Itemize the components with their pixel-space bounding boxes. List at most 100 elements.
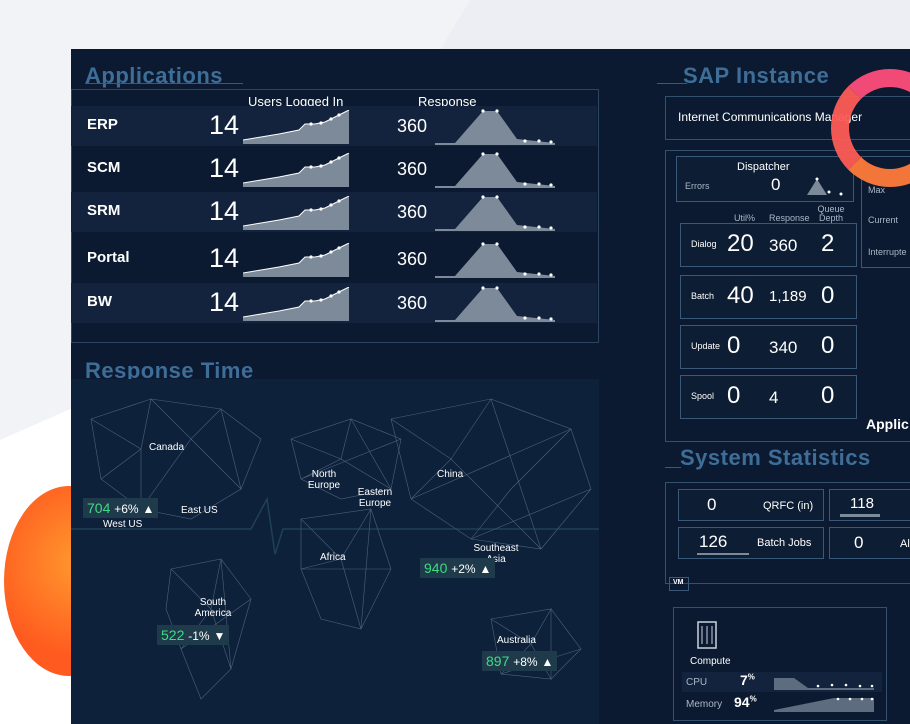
application-row[interactable]: BW 14 360 xyxy=(71,283,597,323)
work-process-util: 40 xyxy=(727,282,754,309)
dashboard: Applications Users Logged In Response ER… xyxy=(71,49,910,724)
work-process-response: 1,189 xyxy=(769,288,807,305)
down-arrow-icon: ▼ xyxy=(213,629,226,643)
work-process-queue: 0 xyxy=(821,382,835,409)
work-process-util: 0 xyxy=(727,332,741,359)
badge-south-america-change: -1% xyxy=(188,629,210,643)
util-header: Util% xyxy=(734,213,756,223)
stat-118-box[interactable]: 118 xyxy=(829,489,910,521)
response-value: 360 xyxy=(397,249,428,269)
application-name: SRM xyxy=(87,202,121,219)
up-arrow-icon: ▲ xyxy=(479,562,492,576)
work-process-util: 0 xyxy=(727,382,741,409)
region-east-us: East US xyxy=(181,505,218,516)
work-process-queue: 2 xyxy=(821,230,835,257)
queue-depth-header: Queue Depth xyxy=(817,204,845,223)
vm-tag: VM xyxy=(669,577,689,591)
system-statistics-title: System Statistics xyxy=(680,445,871,470)
users-logged-in-value: 14 xyxy=(209,196,240,226)
cpu-value: 7% xyxy=(740,672,755,688)
application-row[interactable]: Portal 14 360 xyxy=(71,239,597,279)
qrfc-label: QRFC (in) xyxy=(763,500,814,512)
badge-west-us[interactable]: 704 +6% ▲ xyxy=(83,498,159,518)
batch-jobs-label: Batch Jobs xyxy=(757,537,812,549)
work-process-util: 20 xyxy=(727,230,754,257)
response-value: 360 xyxy=(397,116,428,136)
work-process-response: 4 xyxy=(769,388,779,407)
application-name: BW xyxy=(87,293,112,310)
errors-value: 0 xyxy=(771,175,781,194)
dispatcher-sparkline xyxy=(789,177,847,196)
region-africa: Africa xyxy=(320,552,346,563)
application-name: SCM xyxy=(87,159,121,176)
work-process-row[interactable]: Spool 0 4 0 xyxy=(680,375,857,419)
work-process-queue: 0 xyxy=(821,332,835,359)
work-process-name: Update xyxy=(691,341,721,351)
qrfc-box[interactable]: 0 QRFC (in) xyxy=(678,489,824,521)
badge-australia-value: 897 xyxy=(486,653,510,669)
application-row[interactable]: SCM 14 360 xyxy=(71,149,597,189)
region-australia: Australia xyxy=(497,635,536,646)
work-process-row[interactable]: Dialog 20 360 2 xyxy=(680,223,857,267)
stat-0-label: Al xyxy=(900,538,910,550)
current-label: Current xyxy=(868,215,899,225)
response-value: 360 xyxy=(397,159,428,179)
badge-australia[interactable]: 897 +8% ▲ xyxy=(482,651,558,671)
application-row[interactable]: ERP 14 360 xyxy=(71,106,597,146)
response-value: 360 xyxy=(397,293,428,313)
users-logged-in-value: 14 xyxy=(209,153,240,183)
up-arrow-icon: ▲ xyxy=(142,502,155,516)
up-arrow-icon: ▲ xyxy=(541,655,554,669)
batch-jobs-value: 126 xyxy=(699,532,728,551)
batch-jobs-box[interactable]: 126 Batch Jobs xyxy=(678,527,824,559)
response-sparkline xyxy=(435,286,555,322)
badge-australia-change: +8% xyxy=(513,655,538,669)
work-process-name: Spool xyxy=(691,391,715,401)
badge-south-america-value: 522 xyxy=(161,627,185,643)
sap-instance-title: SAP Instance xyxy=(683,63,830,88)
stat-0-box[interactable]: 0 Al xyxy=(829,527,910,559)
badge-southeast-asia-change: +2% xyxy=(451,562,476,576)
cpu-label: CPU xyxy=(686,677,708,688)
stat-0-value: 0 xyxy=(854,533,864,552)
batch-jobs-bar xyxy=(697,553,749,555)
dispatcher-box[interactable]: Dispatcher Errors 0 xyxy=(676,156,854,202)
response-sparkline xyxy=(435,195,555,231)
users-sparkline xyxy=(243,196,350,230)
application-row[interactable]: SRM 14 360 xyxy=(71,192,597,232)
region-eastern-europe: Eastern Europe xyxy=(357,487,393,509)
users-logged-in-value: 14 xyxy=(209,287,240,317)
world-map[interactable]: Canada West US East US North Europe East… xyxy=(71,379,599,724)
badge-west-us-value: 704 xyxy=(87,500,111,516)
region-north-europe: North Europe xyxy=(307,469,341,491)
users-sparkline xyxy=(243,110,350,144)
region-china: China xyxy=(437,469,464,480)
badge-southeast-asia[interactable]: 940 +2% ▲ xyxy=(420,558,496,578)
vm-compute-panel[interactable]: Compute CPU 7% Memory 94% xyxy=(673,607,887,721)
dispatcher-label: Dispatcher xyxy=(737,161,790,173)
stat-118-value: 118 xyxy=(850,495,874,512)
users-sparkline xyxy=(243,287,350,321)
application-name: ERP xyxy=(87,116,118,133)
compute-label: Compute xyxy=(690,656,731,667)
response-value: 360 xyxy=(397,202,428,222)
vm-tag-label: VM xyxy=(673,579,684,586)
applications-title-rule xyxy=(85,83,243,84)
badge-west-us-change: +6% xyxy=(114,502,139,516)
users-sparkline xyxy=(243,153,350,187)
badge-southeast-asia-value: 940 xyxy=(424,560,448,576)
response-sparkline xyxy=(435,242,555,278)
memory-value: 94% xyxy=(734,694,757,710)
application-name: Portal xyxy=(87,249,130,266)
stat-118-bar xyxy=(840,514,880,517)
badge-south-america[interactable]: 522 -1% ▼ xyxy=(157,625,230,645)
work-process-row[interactable]: Batch 40 1,189 0 xyxy=(680,275,857,319)
region-canada: Canada xyxy=(149,442,185,453)
interrupted-label: Interrupte xyxy=(868,247,907,257)
work-process-row[interactable]: Update 0 340 0 xyxy=(680,325,857,369)
users-logged-in-value: 14 xyxy=(209,243,240,273)
qrfc-value: 0 xyxy=(707,495,717,514)
sap-instance-title-rule xyxy=(657,83,687,84)
work-process-name: Batch xyxy=(691,291,715,301)
system-statistics-title-rule xyxy=(665,467,681,468)
